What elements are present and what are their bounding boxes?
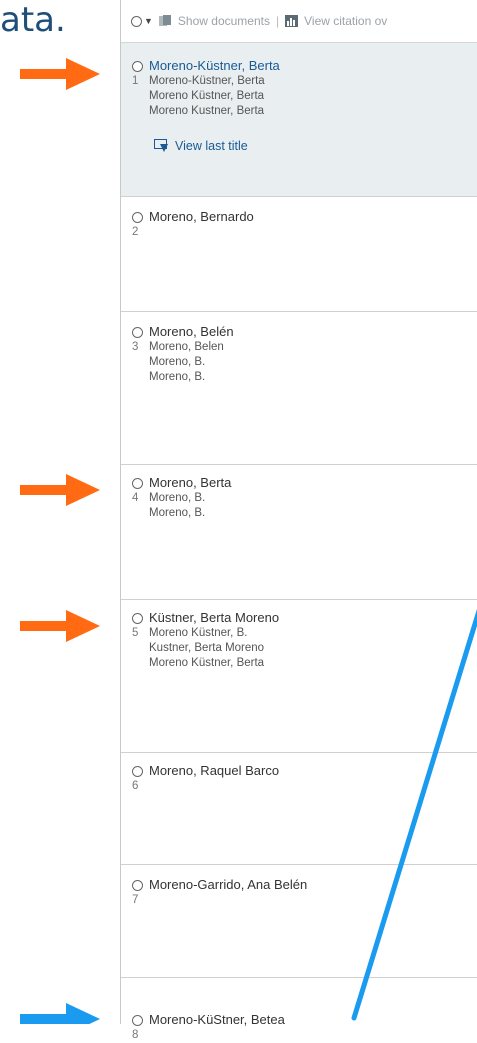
orange-arrow-icon [20,610,100,642]
blue-arrow-icon [20,1003,100,1024]
blue-connector-line [351,608,477,1021]
row-number: 8 [132,1029,139,1041]
orange-arrow-icon [20,474,100,506]
annotation-overlay [20,58,477,1024]
orange-arrow-icon [20,58,100,90]
